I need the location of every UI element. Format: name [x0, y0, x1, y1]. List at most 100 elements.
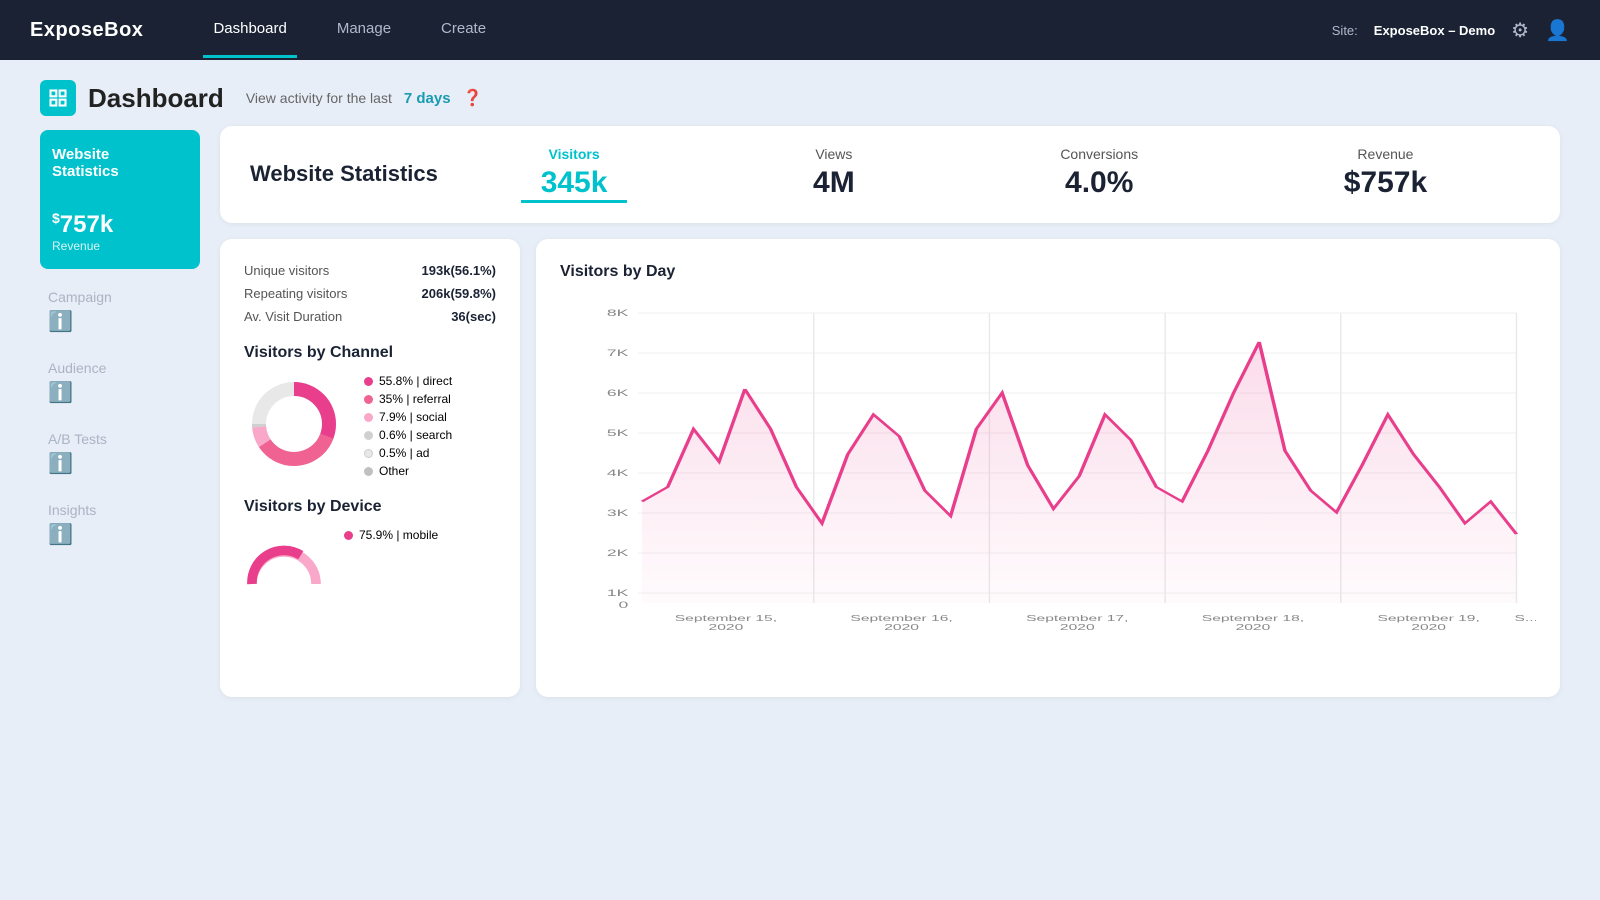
svg-text:September 15,: September 15,: [675, 614, 777, 623]
sidebar: WebsiteStatistics $757k Revenue Campaign…: [40, 126, 200, 697]
legend-item-social: 7.9% | social: [364, 410, 452, 424]
metric-revenue[interactable]: Revenue $757k: [1324, 146, 1447, 203]
sidebar-section-campaign: Campaign ℹ️: [40, 269, 200, 340]
svg-text:September 17,: September 17,: [1026, 614, 1128, 623]
sidebar-section-insights: Insights ℹ️: [40, 482, 200, 553]
stats-card-title: Website Statistics: [250, 161, 438, 187]
device-donut-row: 75.9% | mobile: [244, 528, 496, 608]
activity-prefix: View activity for the last: [246, 90, 392, 106]
nav-link-dashboard[interactable]: Dashboard: [203, 2, 296, 58]
legend-dot-mobile: [344, 531, 353, 540]
metric-conversions[interactable]: Conversions 4.0%: [1040, 146, 1158, 203]
channel-section-title: Visitors by Channel: [244, 344, 496, 362]
stats-title-block: Website Statistics: [250, 161, 438, 187]
svg-text:0: 0: [619, 600, 629, 610]
visitor-stat-row-unique: Unique visitors 193k(56.1%): [244, 263, 496, 278]
metric-revenue-label: Revenue: [1344, 146, 1427, 162]
svg-text:5K: 5K: [607, 428, 629, 438]
legend-label-mobile: 75.9% | mobile: [359, 528, 438, 542]
svg-text:7K: 7K: [607, 348, 629, 358]
nav-link-manage[interactable]: Manage: [327, 2, 401, 58]
abtests-info-icon[interactable]: ℹ️: [48, 453, 73, 475]
legend-item-ad: 0.5% | ad: [364, 446, 452, 460]
svg-text:2020: 2020: [884, 623, 919, 632]
legend-dot-other: [364, 467, 373, 476]
svg-text:2020: 2020: [1236, 623, 1271, 632]
legend-dot-social: [364, 413, 373, 422]
visit-duration-label: Av. Visit Duration: [244, 309, 342, 324]
svg-text:6K: 6K: [607, 388, 629, 398]
visitor-stat-row-duration: Av. Visit Duration 36(sec): [244, 309, 496, 324]
repeating-visitors-label: Repeating visitors: [244, 286, 347, 301]
chart-title: Visitors by Day: [560, 263, 1536, 281]
legend-label-referral: 35% | referral: [379, 392, 451, 406]
device-section-title: Visitors by Device: [244, 498, 496, 516]
svg-text:4K: 4K: [607, 468, 629, 478]
metric-views-label: Views: [813, 146, 855, 162]
legend-label-ad: 0.5% | ad: [379, 446, 429, 460]
sidebar-label-abtests: A/B Tests: [48, 431, 192, 447]
metric-visitors-label: Visitors: [541, 146, 608, 162]
audience-info-icon[interactable]: ℹ️: [48, 382, 73, 404]
app-logo: ExposeBox: [30, 19, 143, 42]
legend-dot-referral: [364, 395, 373, 404]
legend-label-search: 0.6% | search: [379, 428, 452, 442]
unique-visitors-label: Unique visitors: [244, 263, 329, 278]
metric-revenue-value: $757k: [1344, 166, 1427, 200]
nav-links: Dashboard Manage Create: [203, 2, 1291, 58]
metric-visitors[interactable]: Visitors 345k: [521, 146, 628, 203]
campaign-info-icon[interactable]: ℹ️: [48, 311, 73, 333]
svg-text:2020: 2020: [1060, 623, 1095, 632]
legend-dot-search: [364, 431, 373, 440]
sidebar-item-website-statistics[interactable]: WebsiteStatistics $757k Revenue: [40, 130, 200, 269]
svg-text:2020: 2020: [709, 623, 744, 632]
metric-views[interactable]: Views 4M: [793, 146, 875, 203]
insights-info-icon[interactable]: ℹ️: [48, 524, 73, 546]
left-panel: Unique visitors 193k(56.1%) Repeating vi…: [220, 239, 520, 697]
legend-item-referral: 35% | referral: [364, 392, 452, 406]
legend-item-other: Other: [364, 464, 452, 478]
topnav-right: Site: ExposeBox – Demo ⚙ 👤: [1332, 18, 1570, 43]
unique-visitors-value: 193k(56.1%): [422, 263, 496, 278]
stats-section: Website Statistics Visitors 345k Views 4…: [220, 126, 1560, 697]
stats-metrics: Visitors 345k Views 4M Conversions 4.0% …: [438, 146, 1530, 203]
legend-label-other: Other: [379, 464, 409, 478]
page-header: Dashboard View activity for the last 7 d…: [0, 60, 1600, 126]
svg-text:September 16,: September 16,: [850, 614, 952, 623]
visitor-stats-table: Unique visitors 193k(56.1%) Repeating vi…: [244, 263, 496, 324]
legend-item-mobile: 75.9% | mobile: [344, 528, 438, 542]
sidebar-section-abtests: A/B Tests ℹ️: [40, 411, 200, 482]
metric-visitors-value: 345k: [541, 166, 608, 200]
sidebar-label-insights: Insights: [48, 502, 192, 518]
main-content: WebsiteStatistics $757k Revenue Campaign…: [0, 126, 1600, 717]
legend-dot-ad: [364, 449, 373, 458]
days-selector[interactable]: 7 days: [404, 90, 451, 107]
svg-text:S...: S...: [1515, 614, 1536, 623]
bottom-panels: Unique visitors 193k(56.1%) Repeating vi…: [220, 239, 1560, 697]
site-label: Site:: [1332, 23, 1358, 38]
sidebar-label-campaign: Campaign: [48, 289, 192, 305]
right-panel: Visitors by Day 8K 7K: [536, 239, 1560, 697]
svg-text:2020: 2020: [1411, 623, 1446, 632]
chart-area: 8K 7K 6K 5K 4K 3K 2K 1K 0: [560, 293, 1536, 673]
settings-icon[interactable]: ⚙: [1511, 18, 1529, 43]
visitors-by-day-chart: 8K 7K 6K 5K 4K 3K 2K 1K 0: [560, 293, 1536, 633]
metric-views-value: 4M: [813, 166, 855, 200]
help-icon[interactable]: ❓: [463, 88, 483, 108]
sidebar-section-audience: Audience ℹ️: [40, 340, 200, 411]
svg-text:3K: 3K: [607, 508, 629, 518]
sidebar-active-value: $757k: [52, 210, 188, 239]
channel-legend: 55.8% | direct 35% | referral 7.9% | soc…: [364, 374, 452, 478]
device-legend: 75.9% | mobile: [344, 528, 438, 542]
legend-dot-direct: [364, 377, 373, 386]
repeating-visitors-value: 206k(59.8%): [422, 286, 496, 301]
nav-link-create[interactable]: Create: [431, 2, 496, 58]
user-icon[interactable]: 👤: [1545, 18, 1570, 43]
sidebar-active-label: WebsiteStatistics: [52, 146, 188, 180]
visitor-stat-row-repeating: Repeating visitors 206k(59.8%): [244, 286, 496, 301]
visit-duration-value: 36(sec): [451, 309, 496, 324]
legend-item-search: 0.6% | search: [364, 428, 452, 442]
sidebar-active-sub: Revenue: [52, 239, 188, 253]
svg-text:1K: 1K: [607, 588, 629, 598]
legend-label-social: 7.9% | social: [379, 410, 447, 424]
